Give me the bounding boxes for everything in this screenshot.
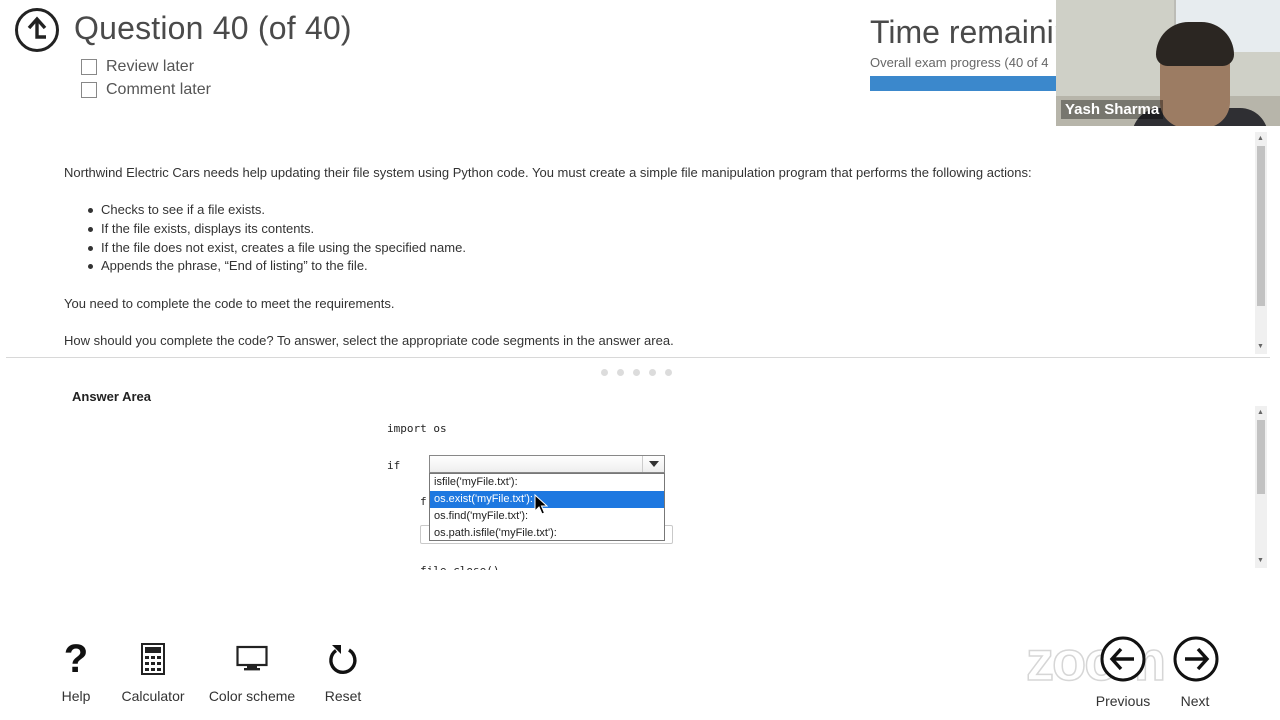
- monitor-icon: [236, 645, 268, 671]
- bullet-text: If the file does not exist, creates a fi…: [101, 240, 466, 255]
- dropdown-arrow[interactable]: [642, 456, 664, 472]
- bullet-text: Appends the phrase, “End of listing” to …: [101, 258, 368, 273]
- splitter-handle[interactable]: [601, 369, 672, 376]
- dropdown-option[interactable]: isfile('myFile.txt'):: [430, 474, 664, 491]
- checkbox-box[interactable]: [81, 59, 97, 75]
- progress-label: Overall exam progress (40 of 4: [870, 55, 1049, 70]
- comment-later-checkbox[interactable]: Comment later: [81, 81, 211, 99]
- pane-divider: [6, 357, 1270, 358]
- reset-icon: [329, 645, 357, 675]
- person-hair: [1156, 22, 1234, 66]
- grip-dot: [633, 369, 640, 376]
- scroll-down-icon[interactable]: ▼: [1257, 343, 1264, 351]
- scrollbar-thumb[interactable]: [1257, 420, 1265, 494]
- participant-name: Yash Sharma: [1061, 100, 1164, 119]
- review-later-label: Review later: [106, 58, 195, 75]
- back-button[interactable]: [14, 7, 60, 53]
- scroll-up-icon[interactable]: ▲: [1257, 409, 1264, 417]
- grip-dot: [601, 369, 608, 376]
- dropdown-option[interactable]: os.path.isfile('myFile.txt'):: [430, 525, 664, 542]
- chevron-down-icon: [648, 461, 659, 467]
- answer-dropdown-1[interactable]: [429, 455, 665, 473]
- grip-dot: [617, 369, 624, 376]
- code-line-clipped: file.close(): [420, 561, 499, 570]
- scroll-up-icon[interactable]: ▲: [1257, 135, 1264, 143]
- code-line-partial: f: [420, 495, 427, 508]
- calculator-label: Calculator: [121, 688, 185, 704]
- color-scheme-label: Color scheme: [208, 688, 296, 704]
- bullet-item: Checks to see if a file exists.: [88, 202, 265, 217]
- comment-later-label: Comment later: [106, 81, 211, 98]
- reset-button[interactable]: Reset: [320, 635, 366, 704]
- calculator-button[interactable]: Calculator: [118, 635, 188, 704]
- bullet-item: If the file does not exist, creates a fi…: [88, 240, 466, 255]
- next-button[interactable]: Next: [1172, 635, 1219, 709]
- code-line-import: import os: [387, 422, 447, 435]
- time-remaining-title: Time remainin: [870, 14, 1072, 50]
- checkbox-box[interactable]: [81, 82, 97, 98]
- question-mark-icon: ?: [63, 637, 89, 681]
- question-prompt: How should you complete the code? To ans…: [64, 333, 674, 348]
- answer-scrollbar[interactable]: ▲ ▼: [1255, 406, 1267, 568]
- scrollbar-thumb[interactable]: [1257, 146, 1265, 306]
- help-button[interactable]: ? Help: [56, 635, 96, 704]
- progress-bar: [870, 76, 1056, 91]
- bullet-text: If the file exists, displays its content…: [101, 221, 315, 236]
- previous-button[interactable]: Previous: [1092, 635, 1154, 709]
- bullet-text: Checks to see if a file exists.: [101, 202, 266, 217]
- question-title: Question 40 (of 40): [74, 10, 352, 46]
- question-requirement: You need to complete the code to meet th…: [64, 296, 395, 311]
- review-later-checkbox[interactable]: Review later: [81, 58, 194, 76]
- progress-fill: [870, 76, 1056, 91]
- grip-dot: [665, 369, 672, 376]
- calculator-icon: [141, 643, 165, 675]
- exam-window: Question 40 (of 40) Review later Comment…: [0, 0, 1280, 720]
- scroll-down-icon[interactable]: ▼: [1257, 557, 1264, 565]
- color-scheme-button[interactable]: Color scheme: [206, 635, 298, 704]
- question-pane: Northwind Electric Cars needs help updat…: [0, 130, 1270, 356]
- reset-label: Reset: [324, 688, 362, 704]
- bullet-item: If the file exists, displays its content…: [88, 221, 314, 236]
- grip-dot: [649, 369, 656, 376]
- left-arrow-circle-icon: [1100, 636, 1146, 682]
- back-arrow-circle-icon: [15, 8, 59, 52]
- question-intro: Northwind Electric Cars needs help updat…: [64, 165, 1032, 180]
- help-label: Help: [61, 688, 91, 704]
- answer-area-title: Answer Area: [72, 389, 151, 404]
- bullet-item: Appends the phrase, “End of listing” to …: [88, 258, 368, 273]
- next-label: Next: [1180, 693, 1210, 709]
- previous-label: Previous: [1095, 693, 1151, 709]
- right-arrow-circle-icon: [1173, 636, 1219, 682]
- mouse-pointer-icon: [534, 494, 548, 515]
- webcam-video: Yash Sharma: [1056, 0, 1280, 126]
- code-keyword-if: if: [387, 459, 401, 472]
- question-scrollbar[interactable]: ▲ ▼: [1255, 132, 1267, 354]
